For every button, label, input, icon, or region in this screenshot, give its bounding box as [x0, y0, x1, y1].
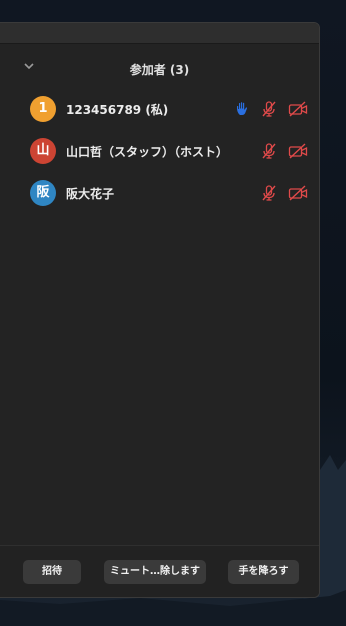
mic-muted-icon[interactable] — [260, 142, 278, 160]
mute-all-button[interactable]: ミュート…除します — [104, 560, 206, 584]
participant-row[interactable]: 1 123456789 (私) — [0, 91, 319, 127]
panel-title: 参加者 (3) — [129, 63, 190, 77]
participant-name: 阪大花子 — [66, 187, 115, 201]
mic-muted-icon[interactable] — [260, 100, 278, 118]
avatar: 1 — [30, 96, 56, 122]
mic-muted-icon[interactable] — [260, 184, 278, 202]
participant-name: 123456789 (私) — [66, 103, 169, 117]
avatar: 阪 — [30, 180, 56, 206]
invite-button[interactable]: 招待 — [23, 560, 81, 584]
avatar: 山 — [30, 138, 56, 164]
video-off-icon[interactable] — [288, 184, 308, 202]
lower-hand-button[interactable]: 手を降ろす — [228, 560, 299, 584]
panel-footer: 招待 ミュート…除します 手を降ろす — [0, 545, 319, 597]
window-titlebar — [0, 23, 319, 44]
participant-row[interactable]: 阪 阪大花子 — [0, 175, 319, 211]
participant-row[interactable]: 山 山口哲（スタッフ）（ホスト） — [0, 133, 319, 169]
participants-panel: 参加者 (3) 1 123456789 (私) 山 山口哲（スタッフ）（ホスト） — [0, 22, 320, 598]
raised-hand-icon — [237, 102, 248, 115]
participant-name: 山口哲（スタッフ）（ホスト） — [66, 145, 229, 159]
video-off-icon[interactable] — [288, 100, 308, 118]
video-off-icon[interactable] — [288, 142, 308, 160]
